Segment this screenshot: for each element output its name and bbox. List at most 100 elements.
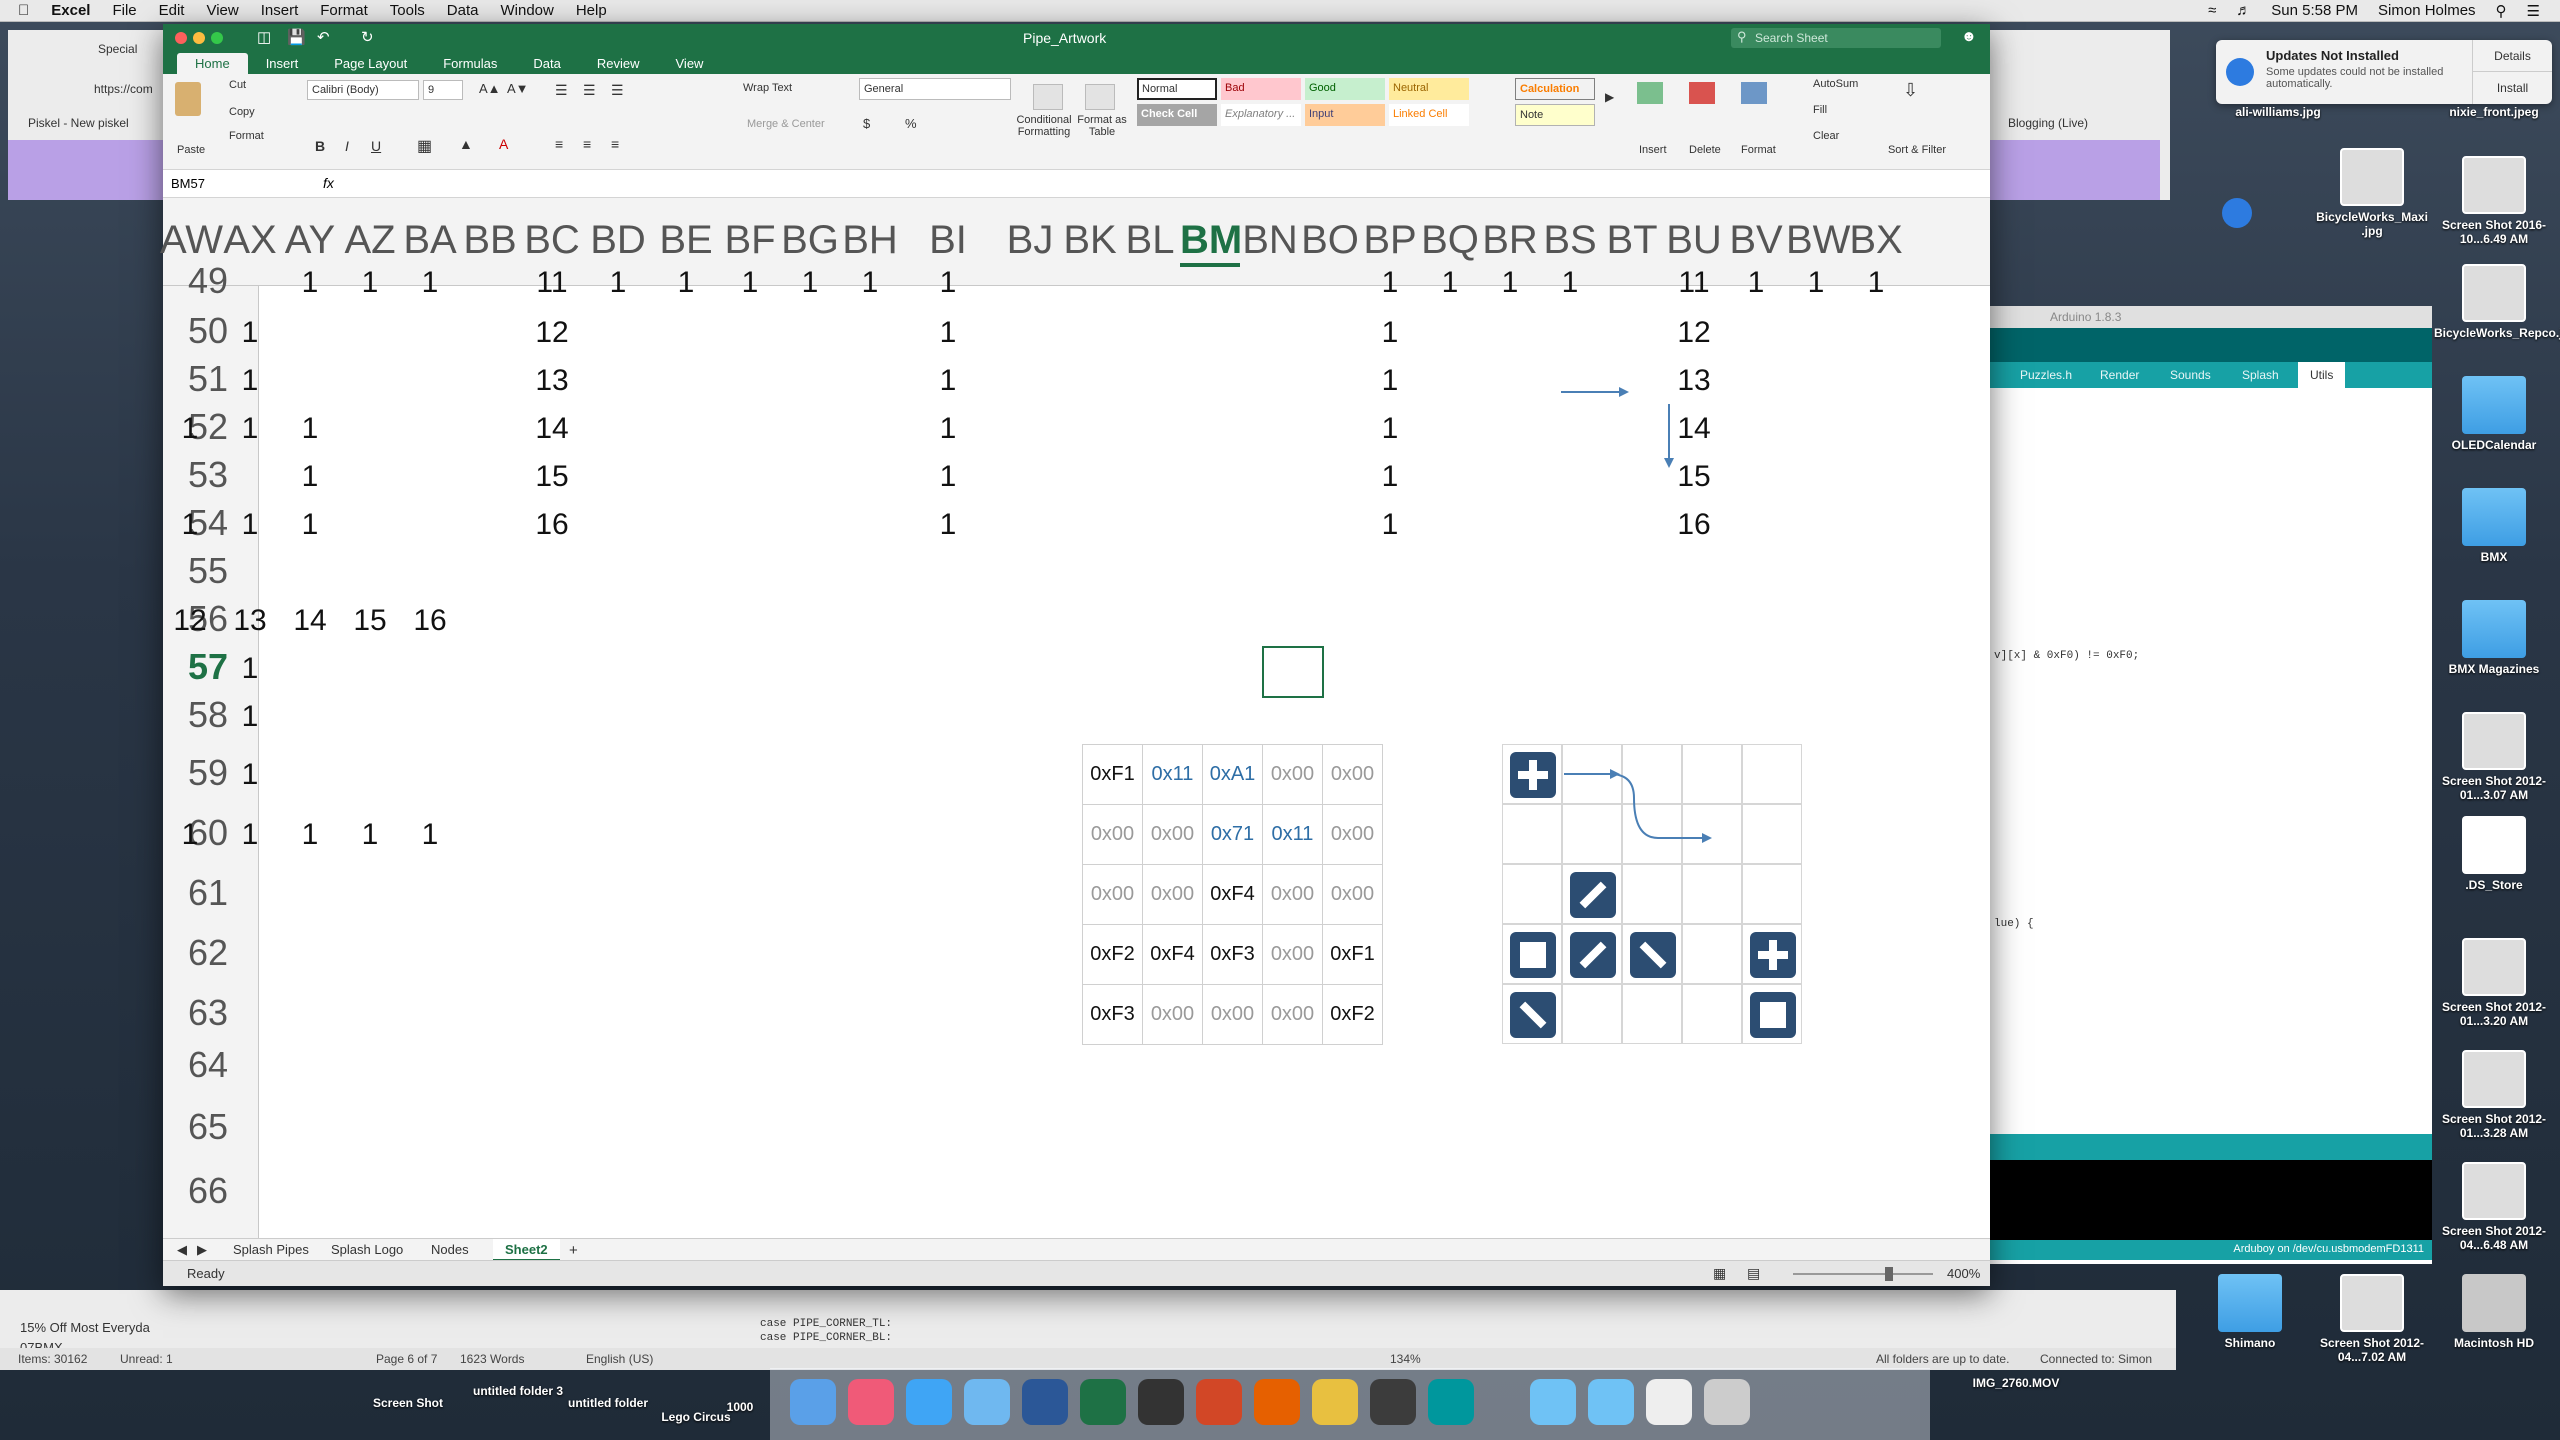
cell-bf49[interactable]: 1 [720, 266, 780, 300]
conditional-formatting-button[interactable]: Conditional Formatting [1011, 114, 1077, 138]
wifi-icon[interactable]: ≈ [2208, 2, 2216, 20]
cell-bs49[interactable]: 1 [1540, 266, 1600, 300]
column-header-bk[interactable]: BK [1060, 218, 1120, 263]
finder-icon[interactable] [790, 1379, 836, 1425]
redo-icon[interactable]: ↻ [361, 28, 374, 46]
excel-icon[interactable] [1080, 1379, 1126, 1425]
hex-cell[interactable]: 0x11 [1142, 744, 1203, 805]
cell-ax51[interactable]: 1 [220, 364, 280, 398]
tab-view[interactable]: View [658, 53, 722, 74]
column-header-bp[interactable]: BP [1360, 218, 1420, 263]
italic-icon[interactable]: I [345, 138, 349, 154]
align-top-icon[interactable]: ☰ [555, 82, 568, 99]
cell-bc52[interactable]: 14 [522, 412, 582, 446]
hex-cell[interactable]: 0x00 [1262, 924, 1323, 985]
style-neutral[interactable]: Neutral [1389, 78, 1469, 100]
cell-ba49[interactable]: 1 [400, 266, 460, 300]
cell-bp54[interactable]: 1 [1360, 508, 1420, 542]
formula-input[interactable] [353, 174, 1973, 194]
style-explanatory[interactable]: Explanatory ... [1221, 104, 1301, 126]
cell-bu52[interactable]: 14 [1664, 412, 1724, 446]
style-good[interactable]: Good [1305, 78, 1385, 100]
hex-cell[interactable]: 0xF2 [1322, 984, 1383, 1045]
merge-center-button[interactable]: Merge & Center [747, 118, 825, 130]
style-bad[interactable]: Bad [1221, 78, 1301, 100]
hex-cell[interactable]: 0xF1 [1322, 924, 1383, 985]
bookmark-piskel[interactable]: Piskel - New piskel [28, 116, 129, 130]
desktop-icon-nixie[interactable]: nixie_front.jpeg [2434, 105, 2554, 119]
more-icon[interactable] [2222, 198, 2252, 228]
cell-bu50[interactable]: 12 [1664, 316, 1724, 350]
minimize-button[interactable] [193, 32, 205, 44]
column-header-bj[interactable]: BJ [1000, 218, 1060, 263]
style-input[interactable]: Input [1305, 104, 1385, 126]
cell-bw49[interactable]: 1 [1786, 266, 1846, 300]
cell-bi53[interactable]: 1 [918, 460, 978, 494]
menu-edit[interactable]: Edit [159, 2, 185, 19]
column-header-ba[interactable]: BA [400, 218, 460, 263]
cut-button[interactable]: Cut [229, 79, 246, 91]
hex-cell[interactable]: 0x11 [1262, 804, 1323, 865]
desktop-icon-img-2760[interactable]: IMG_2760.MOV [1956, 1376, 2076, 1390]
zoom-button[interactable] [211, 32, 223, 44]
sheet-tab-splash-pipes[interactable]: Splash Pipes [233, 1242, 309, 1257]
row-header-53[interactable]: 53 [163, 454, 253, 496]
fill-color-icon[interactable]: ▲ [459, 136, 473, 152]
github-icon[interactable] [1370, 1379, 1416, 1425]
tab-utils[interactable]: Utils [2298, 362, 2346, 388]
function-icon[interactable]: fx [323, 175, 334, 191]
search-sheet-input[interactable]: Search Sheet [1731, 28, 1941, 48]
tab-data[interactable]: Data [515, 53, 578, 74]
mail-icon[interactable] [964, 1379, 1010, 1425]
desktop-icon-screenshot-0648[interactable]: Screen Shot 2012-04...6.48 AM [2434, 1162, 2554, 1252]
menu-help[interactable]: Help [576, 2, 607, 19]
hex-cell[interactable]: 0x00 [1262, 984, 1323, 1045]
cell-be49[interactable]: 1 [656, 266, 716, 300]
font-select[interactable]: Calibri (Body) [307, 80, 419, 100]
font-color-icon[interactable]: A [499, 136, 508, 152]
cell-ba60[interactable]: 1 [400, 818, 460, 852]
cell-aw54[interactable]: 1 [160, 508, 220, 542]
desktop-icon-bicycleworks-repco[interactable]: BicycleWorks_Repco.jpg [2434, 264, 2560, 340]
desktop-icon-screenshot-0328[interactable]: Screen Shot 2012-01...3.28 AM [2434, 1050, 2554, 1140]
column-header-be[interactable]: BE [656, 218, 716, 263]
fill-button[interactable]: Fill [1813, 104, 1827, 116]
column-header-bq[interactable]: BQ [1420, 218, 1480, 263]
cell-ay52[interactable]: 1 [280, 412, 340, 446]
cell-bu54[interactable]: 16 [1664, 508, 1724, 542]
cell-bi54[interactable]: 1 [918, 508, 978, 542]
format-as-table-icon[interactable] [1085, 84, 1115, 110]
cell-bi51[interactable]: 1 [918, 364, 978, 398]
row-header-62[interactable]: 62 [163, 932, 253, 974]
align-right-icon[interactable]: ≡ [611, 136, 619, 152]
menu-window[interactable]: Window [500, 2, 553, 19]
sheet-grid[interactable]: 1 1 1 11 1 1 1 1 1 1 1 1 1 1 11 1 1 1 1 12 1 1 12 1 13 1 1 13 1 1 1 14 1… [173, 266, 1990, 1246]
underline-icon[interactable]: U [371, 138, 381, 154]
tab-splash[interactable]: Splash [2242, 368, 2279, 382]
hex-cell[interactable]: 0x00 [1322, 864, 1383, 925]
cell-bd49[interactable]: 1 [588, 266, 648, 300]
cell-bu53[interactable]: 15 [1664, 460, 1724, 494]
column-header-bl[interactable]: BL [1120, 218, 1180, 263]
cell-ax58[interactable]: 1 [220, 700, 280, 734]
scroll-right-icon[interactable]: ▶ [197, 1242, 207, 1258]
insert-cells-icon[interactable] [1637, 82, 1663, 104]
style-normal[interactable]: Normal [1137, 78, 1217, 100]
word-icon[interactable] [1022, 1379, 1068, 1425]
notification-center-icon[interactable]: ☰ [2527, 2, 2540, 20]
save-icon[interactable]: 💾 [287, 28, 306, 46]
tab-review[interactable]: Review [579, 53, 658, 74]
bookmark-blogging[interactable]: Blogging (Live) [2008, 116, 2088, 130]
app-store-dock-icon[interactable] [906, 1379, 952, 1425]
format-painter-button[interactable]: Format [229, 130, 264, 142]
zoom-slider[interactable] [1793, 1273, 1933, 1275]
firefox-icon[interactable] [1254, 1379, 1300, 1425]
cell-az56[interactable]: 15 [340, 604, 400, 638]
cell-ax57[interactable]: 1 [220, 652, 280, 686]
cell-bv49[interactable]: 1 [1726, 266, 1786, 300]
app-menu[interactable]: Excel [51, 2, 90, 19]
cell-bp51[interactable]: 1 [1360, 364, 1420, 398]
delete-cells-icon[interactable] [1689, 82, 1715, 104]
update-notification[interactable]: Updates Not Installed Some updates could… [2216, 40, 2552, 104]
column-header-bw[interactable]: BW [1786, 218, 1850, 263]
